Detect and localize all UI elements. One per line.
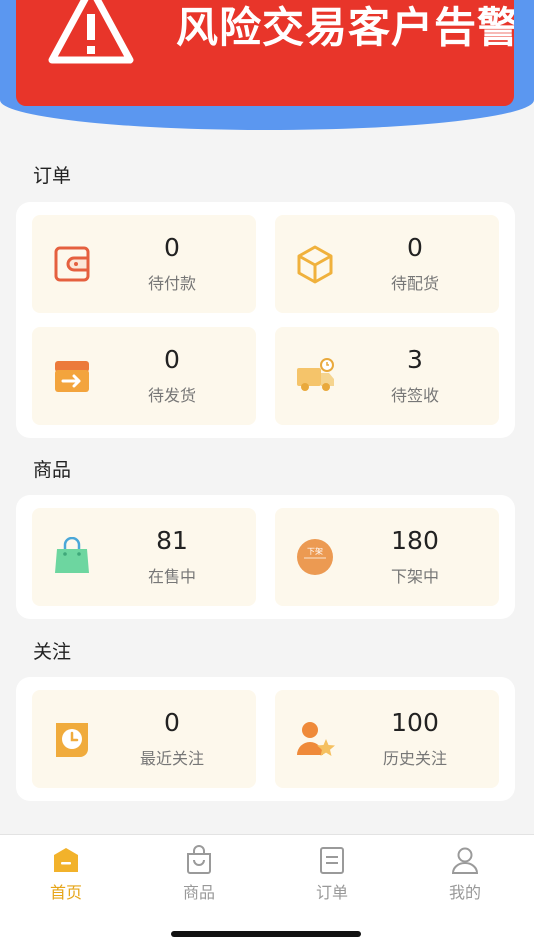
- tile-pending-shipment[interactable]: 0 待发货: [32, 327, 256, 425]
- tab-label: 首页: [49, 883, 82, 902]
- home-icon: [54, 848, 78, 872]
- tile-pending-allocation[interactable]: 0 待配货: [275, 215, 499, 313]
- orders-card: 0 待付款 0 待配货 0 待发货 3 待签收: [16, 202, 515, 438]
- tile-label: 待付款: [147, 274, 196, 293]
- tile-history-follow[interactable]: 100 历史关注: [275, 690, 499, 788]
- tile-label: 待配货: [390, 274, 439, 293]
- user-star-icon: [297, 722, 335, 756]
- goods-card: 81 在售中 下架 180 下架中: [16, 495, 515, 619]
- tab-label: 订单: [315, 883, 348, 902]
- tile-pending-payment[interactable]: 0 待付款: [32, 215, 256, 313]
- follow-card: 0 最近关注 100 历史关注: [16, 677, 515, 801]
- tile-pending-receipt[interactable]: 3 待签收: [275, 327, 499, 425]
- clock-icon: [56, 723, 88, 757]
- tab-label: 商品: [182, 883, 215, 902]
- shopping-bag-icon: [55, 537, 89, 573]
- delivery-truck-icon: [297, 358, 334, 391]
- banner-panel: 风险交易客户告警提示: [16, 0, 514, 106]
- ship-box-icon: [55, 361, 89, 392]
- tab-home[interactable]: 首页: [26, 845, 106, 903]
- tile-value: 100: [391, 708, 439, 737]
- bag-icon: [187, 845, 211, 874]
- home-indicator: [171, 931, 361, 937]
- tab-goods[interactable]: 商品: [159, 845, 239, 903]
- section-title-follow: 关注: [33, 641, 72, 663]
- tile-value: 0: [164, 345, 180, 374]
- tab-profile[interactable]: 我的: [425, 845, 505, 903]
- tile-value: 0: [407, 233, 423, 262]
- order-list-icon: [320, 847, 344, 874]
- tab-orders[interactable]: 订单: [292, 845, 372, 903]
- tile-label: 在售中: [147, 567, 196, 586]
- section-title-goods: 商品: [33, 459, 72, 481]
- tile-value: 180: [391, 526, 439, 555]
- banner-title: 风险交易客户告警提示: [176, 3, 514, 52]
- tile-label: 待签收: [390, 386, 439, 405]
- tile-recent-follow[interactable]: 0 最近关注: [32, 690, 256, 788]
- tile-off-shelf[interactable]: 下架 180 下架中: [275, 508, 499, 606]
- tile-on-sale[interactable]: 81 在售中: [32, 508, 256, 606]
- section-title-orders: 订单: [33, 165, 72, 187]
- wallet-icon: [54, 246, 90, 282]
- tile-label: 最近关注: [139, 749, 204, 768]
- tile-label: 历史关注: [382, 749, 447, 768]
- tile-label: 下架中: [390, 567, 439, 586]
- badge-text: 下架: [307, 547, 323, 556]
- box-icon: [297, 245, 333, 284]
- tile-value: 0: [164, 708, 180, 737]
- tab-label: 我的: [448, 883, 481, 902]
- warning-banner[interactable]: 风险交易客户告警提示: [0, 0, 534, 135]
- warning-icon: [48, 0, 134, 64]
- tile-value: 3: [407, 345, 423, 374]
- profile-icon: [451, 847, 479, 874]
- tile-value: 81: [156, 526, 188, 555]
- tile-label: 待发货: [147, 386, 196, 405]
- tile-value: 0: [164, 233, 180, 262]
- off-shelf-badge-icon: 下架: [297, 539, 333, 575]
